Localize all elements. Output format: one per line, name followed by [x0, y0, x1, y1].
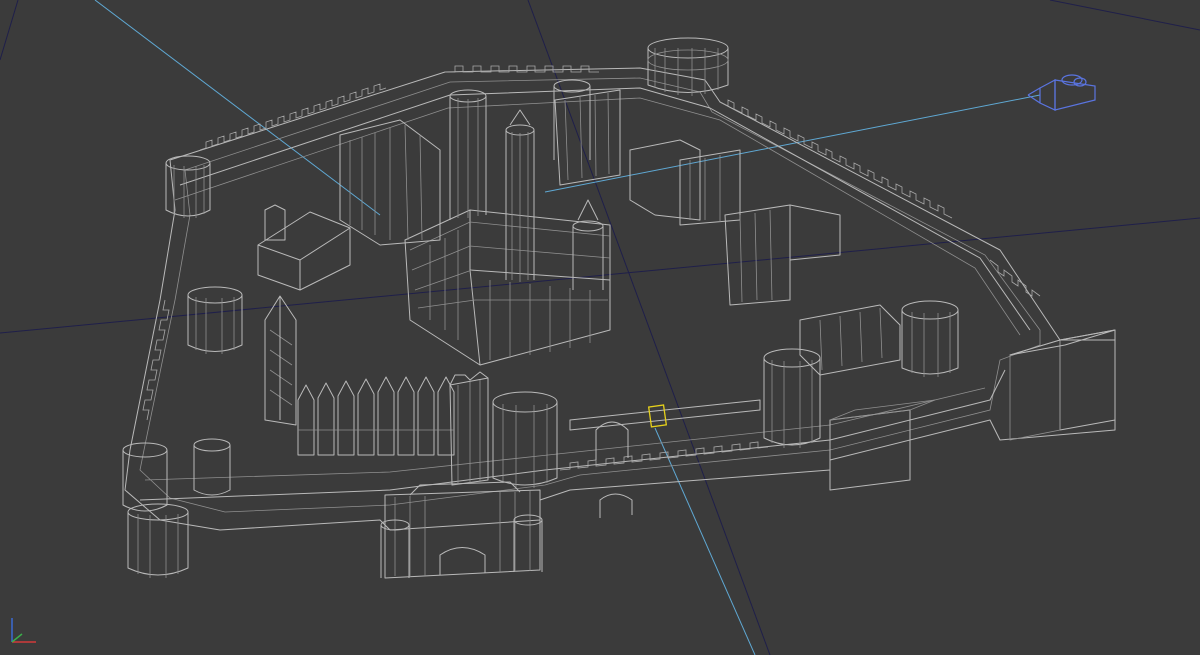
axis-gizmo: [11, 618, 36, 643]
south-houses[interactable]: [297, 376, 455, 456]
battlements: [142, 65, 1041, 471]
west-buildings[interactable]: [257, 204, 351, 426]
north-buildings[interactable]: [339, 89, 741, 246]
camera-line-2: [544, 94, 1041, 193]
east-annex[interactable]: [829, 329, 1116, 491]
3d-viewport[interactable]: [0, 0, 1200, 655]
selected-object-pivot[interactable]: [647, 404, 668, 428]
camera-line-1: [94, 0, 381, 216]
wireframe-scene[interactable]: [0, 0, 1200, 655]
east-buildings[interactable]: [724, 204, 901, 376]
grid-axis-line-3: [1049, 0, 1200, 31]
white-tower-keep[interactable]: [404, 79, 611, 366]
tower-w[interactable]: [187, 286, 243, 354]
main-gatehouse[interactable]: [380, 481, 543, 579]
grid-axis-line-4: [0, 0, 19, 61]
tower-south-round[interactable]: [492, 391, 558, 488]
tower-sw[interactable]: [122, 438, 231, 578]
camera-object[interactable]: [1027, 74, 1096, 111]
camera-line-3: [654, 427, 756, 655]
gate-tower[interactable]: [449, 371, 489, 486]
tower-se[interactable]: [763, 300, 959, 448]
tower-ne[interactable]: [647, 37, 729, 96]
axis-y-indicator: [11, 633, 23, 643]
